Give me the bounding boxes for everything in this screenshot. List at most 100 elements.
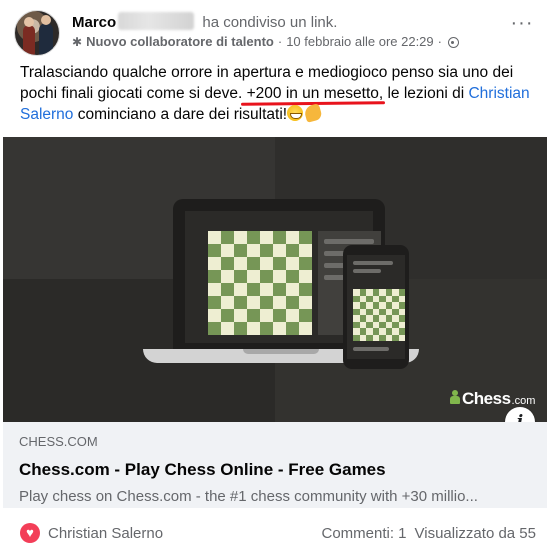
board-square: [234, 309, 247, 322]
views-count[interactable]: Visualizzato da 55: [415, 525, 536, 542]
board-square: [260, 322, 273, 335]
board-square: [286, 257, 299, 270]
board-square: [260, 296, 273, 309]
board-square: [273, 257, 286, 270]
grin-emoji-icon: [287, 105, 304, 121]
board-square: [208, 322, 221, 335]
board-square: [247, 309, 260, 322]
board-square: [273, 231, 286, 244]
board-square: [247, 270, 260, 283]
board-square: [221, 257, 234, 270]
pawn-logo-icon: [450, 390, 460, 404]
board-square: [299, 296, 312, 309]
board-square: [299, 309, 312, 322]
board-square: [221, 322, 234, 335]
share-action-text: ha condiviso un link.: [202, 14, 338, 31]
board-square: [398, 334, 405, 341]
board-square: [286, 283, 299, 296]
board-square: [247, 296, 260, 309]
board-square: [247, 257, 260, 270]
comments-count[interactable]: Commenti: 1: [321, 525, 406, 542]
board-square: [234, 257, 247, 270]
board-square: [299, 322, 312, 335]
board-square: [286, 231, 299, 244]
contributor-badge[interactable]: Nuovo collaboratore di talento: [86, 34, 274, 50]
post-header: Marco ha condiviso un link. ✱ Nuovo coll…: [14, 8, 536, 56]
board-square: [299, 283, 312, 296]
link-preview-image[interactable]: Chess .com i: [3, 137, 547, 422]
post-text-middle: , le lezioni di: [378, 85, 469, 102]
board-square: [286, 296, 299, 309]
board-square: [208, 257, 221, 270]
meta-separator: ·: [277, 34, 283, 49]
post-text-end: cominciano a dare dei risultati!: [73, 106, 288, 123]
board-square: [286, 244, 299, 257]
board-square: [221, 309, 234, 322]
board-square: [234, 322, 247, 335]
board-square: [208, 283, 221, 296]
author-avatar[interactable]: [14, 10, 60, 56]
board-square: [234, 244, 247, 257]
chessboard-small-illustration: [353, 289, 405, 341]
board-square: [260, 244, 273, 257]
board-square: [208, 270, 221, 283]
board-square: [273, 270, 286, 283]
board-square: [221, 244, 234, 257]
reactor-name[interactable]: Christian Salerno: [48, 525, 163, 542]
author-name[interactable]: Marco: [72, 14, 116, 31]
board-square: [260, 231, 273, 244]
board-square: [299, 270, 312, 283]
link-description: Play chess on Chess.com - the #1 chess c…: [19, 488, 478, 505]
board-square: [208, 244, 221, 257]
chessboard-illustration: [208, 231, 312, 335]
board-square: [286, 309, 299, 322]
board-square: [247, 322, 260, 335]
board-square: [234, 231, 247, 244]
board-square: [260, 283, 273, 296]
chess-com-logo: Chess .com: [450, 389, 535, 409]
flexed-biceps-emoji-icon: [303, 103, 323, 123]
board-square: [299, 257, 312, 270]
love-reaction-icon[interactable]: [20, 523, 40, 543]
board-square: [221, 283, 234, 296]
board-square: [299, 244, 312, 257]
board-square: [221, 270, 234, 283]
board-square: [273, 296, 286, 309]
link-domain: CHESS.COM: [19, 434, 98, 449]
board-square: [273, 244, 286, 257]
link-title[interactable]: Chess.com - Play Chess Online - Free Gam…: [19, 460, 531, 480]
meta-separator: ·: [437, 34, 442, 49]
star-badge-icon: ✱: [72, 35, 83, 49]
board-square: [247, 231, 260, 244]
board-square: [286, 270, 299, 283]
board-square: [221, 296, 234, 309]
board-square: [208, 231, 221, 244]
board-square: [208, 309, 221, 322]
post-footer: Christian Salerno Commenti: 1 Visualizza…: [20, 508, 536, 558]
author-line: Marco ha condiviso un link.: [72, 12, 337, 33]
redacted-surname: [118, 12, 195, 30]
board-square: [260, 309, 273, 322]
highlighted-text: +200 in un mesetto: [246, 85, 379, 102]
board-square: [221, 231, 234, 244]
board-square: [234, 283, 247, 296]
board-square: [299, 231, 312, 244]
board-square: [273, 322, 286, 335]
board-square: [247, 244, 260, 257]
board-square: [260, 270, 273, 283]
phone-illustration: [343, 245, 409, 369]
post-text: Tralasciando qualche orrore in apertura …: [20, 62, 535, 125]
board-square: [208, 296, 221, 309]
board-square: [247, 283, 260, 296]
board-square: [286, 322, 299, 335]
board-square: [234, 270, 247, 283]
post-timestamp[interactable]: 10 febbraio alle ore 22:29: [286, 34, 433, 50]
globe-icon[interactable]: [448, 36, 459, 48]
board-square: [260, 257, 273, 270]
post-meta: ✱ Nuovo collaboratore di talento · 10 fe…: [72, 34, 459, 50]
board-square: [273, 283, 286, 296]
board-square: [234, 296, 247, 309]
more-options-button[interactable]: ···: [508, 13, 536, 36]
link-preview-meta[interactable]: CHESS.COM Chess.com - Play Chess Online …: [3, 422, 547, 508]
board-square: [273, 309, 286, 322]
